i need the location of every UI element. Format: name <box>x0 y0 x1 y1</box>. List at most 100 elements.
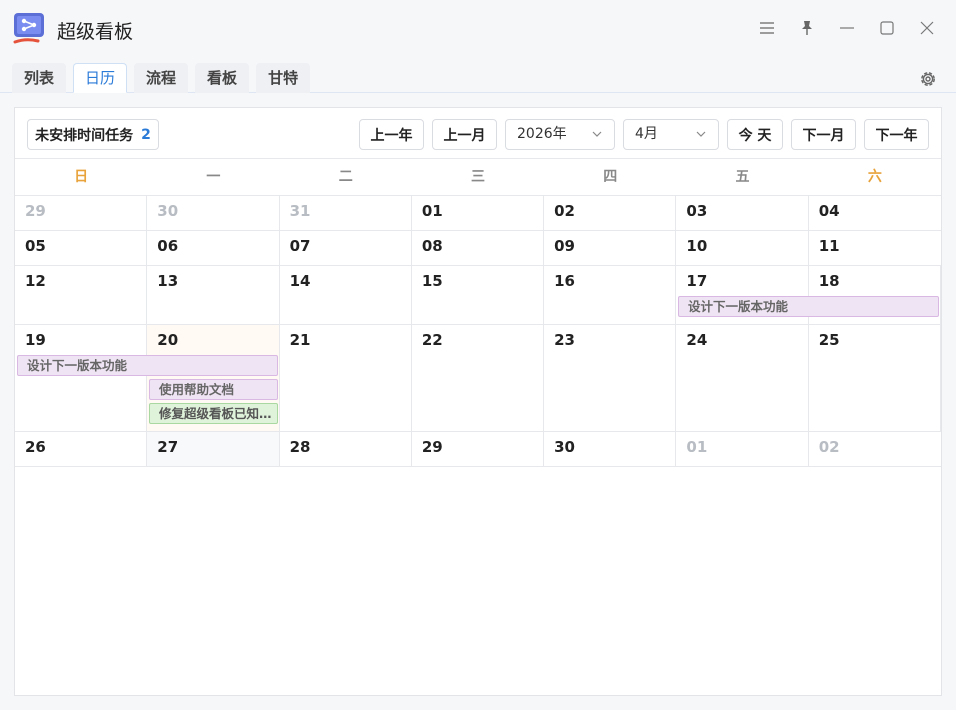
day-number: 26 <box>25 438 46 456</box>
day-number: 07 <box>289 237 311 255</box>
weekday-thu: 四 <box>603 169 618 185</box>
day-number: 29 <box>421 438 443 456</box>
day-cell[interactable]: 13 <box>147 266 280 324</box>
day-cell[interactable]: 16 <box>544 266 677 324</box>
day-cell[interactable]: 02 <box>544 196 677 230</box>
weekday-fri: 五 <box>735 169 750 185</box>
weekday-header: 日 一 二 三 四 五 六 <box>15 158 941 196</box>
week-row: 29 30 31 01 02 03 04 <box>15 196 941 231</box>
day-number: 24 <box>686 331 708 349</box>
next-year-button[interactable]: 下一年 <box>864 119 929 150</box>
day-number: 18 <box>818 272 840 290</box>
day-cell[interactable]: 01 <box>412 196 545 230</box>
year-select[interactable]: 2026年 <box>505 119 615 150</box>
day-cell[interactable]: 14 <box>280 266 412 324</box>
day-number: 01 <box>421 202 443 220</box>
kanban-app-icon <box>13 13 44 44</box>
day-number: 17 <box>686 272 708 290</box>
weekday-sat: 六 <box>867 169 882 185</box>
day-number: 28 <box>289 438 311 456</box>
day-cell[interactable]: 29 <box>412 432 545 466</box>
day-cell[interactable]: 09 <box>544 231 677 265</box>
day-number: 25 <box>818 331 840 349</box>
unscheduled-count-badge: 2 <box>141 126 151 143</box>
gear-icon[interactable] <box>918 69 938 89</box>
maximize-icon[interactable] <box>876 17 898 39</box>
day-cell[interactable]: 27 <box>147 432 280 466</box>
minimize-icon[interactable] <box>836 17 858 39</box>
tab-calendar[interactable]: 日历 <box>73 63 128 93</box>
day-cell[interactable]: 29 <box>15 196 148 230</box>
day-cell[interactable]: 11 <box>809 231 941 265</box>
weekday-mon: 一 <box>206 169 221 185</box>
day-number: 27 <box>157 438 179 456</box>
day-number: 20 <box>157 331 179 349</box>
tab-kanban[interactable]: 看板 <box>195 63 250 93</box>
weekday-sun: 日 <box>74 169 89 185</box>
menu-icon[interactable] <box>756 17 778 39</box>
day-cell[interactable]: 01 <box>676 432 809 466</box>
day-cell[interactable]: 23 <box>544 325 677 431</box>
day-number: 08 <box>421 237 443 255</box>
day-cell[interactable]: 21 <box>280 325 412 431</box>
day-cell[interactable]: 08 <box>412 231 545 265</box>
day-cell[interactable]: 15 <box>412 266 545 324</box>
tab-list[interactable]: 列表 <box>12 63 67 93</box>
day-cell[interactable]: 31 <box>280 196 412 230</box>
close-icon[interactable] <box>916 17 938 39</box>
calendar-panel: 未安排时间任务 2 上一年 上一月 2026年 4月 今 天 下一月 下一年 日… <box>14 107 942 696</box>
day-cell[interactable]: 30 <box>544 432 677 466</box>
week-row: 26 27 28 29 30 01 02 <box>15 432 941 467</box>
title-bar: 超级看板 <box>0 0 956 57</box>
day-number: 21 <box>289 331 311 349</box>
calendar-event[interactable]: 修复超级看板已知问题 <box>149 403 278 424</box>
day-number: 19 <box>25 331 46 349</box>
day-number: 02 <box>554 202 575 220</box>
day-number: 10 <box>686 237 708 255</box>
calendar-event[interactable]: 设计下一版本功能 <box>17 355 278 376</box>
calendar-event[interactable]: 设计下一版本功能 <box>678 296 939 317</box>
unscheduled-tasks-button[interactable]: 未安排时间任务 2 <box>27 119 159 150</box>
month-select[interactable]: 4月 <box>623 119 719 150</box>
week-row: 19 20 21 22 23 24 25 设计下一版本功能 使用帮助文档 修复超… <box>15 325 941 432</box>
day-number: 01 <box>686 438 708 456</box>
next-month-button[interactable]: 下一月 <box>791 119 856 150</box>
day-number: 13 <box>157 272 179 290</box>
weekday-wed: 三 <box>470 169 485 185</box>
day-cell[interactable]: 02 <box>809 432 941 466</box>
app-title: 超级看板 <box>57 21 134 43</box>
pin-icon[interactable] <box>796 17 818 39</box>
day-cell[interactable]: 07 <box>280 231 412 265</box>
day-cell[interactable]: 05 <box>15 231 148 265</box>
day-cell[interactable]: 10 <box>676 231 809 265</box>
day-cell[interactable]: 04 <box>809 196 941 230</box>
chevron-down-icon <box>696 131 706 137</box>
week-row: 05 06 07 08 09 10 11 <box>15 231 941 266</box>
day-number: 30 <box>554 438 575 456</box>
day-cell[interactable]: 25 <box>809 325 941 431</box>
day-cell[interactable]: 26 <box>15 432 148 466</box>
day-cell[interactable]: 28 <box>280 432 412 466</box>
day-number: 02 <box>818 438 840 456</box>
tab-gantt[interactable]: 甘特 <box>256 63 311 93</box>
day-number: 04 <box>818 202 840 220</box>
day-cell[interactable]: 24 <box>676 325 809 431</box>
day-number: 31 <box>289 202 311 220</box>
day-number: 12 <box>25 272 46 290</box>
today-button[interactable]: 今 天 <box>727 119 783 150</box>
day-cell[interactable]: 30 <box>147 196 280 230</box>
day-number: 14 <box>289 272 311 290</box>
chevron-down-icon <box>592 131 602 137</box>
day-cell[interactable]: 19 <box>15 325 148 431</box>
prev-year-button[interactable]: 上一年 <box>359 119 424 150</box>
day-number: 30 <box>157 202 179 220</box>
day-cell[interactable]: 22 <box>412 325 545 431</box>
day-cell[interactable]: 03 <box>676 196 809 230</box>
tab-flow[interactable]: 流程 <box>134 63 189 93</box>
calendar-event[interactable]: 使用帮助文档 <box>149 379 278 400</box>
prev-month-button[interactable]: 上一月 <box>432 119 497 150</box>
year-select-value: 2026年 <box>517 126 567 142</box>
day-cell[interactable]: 06 <box>147 231 280 265</box>
day-number: 16 <box>554 272 575 290</box>
day-cell[interactable]: 12 <box>15 266 148 324</box>
